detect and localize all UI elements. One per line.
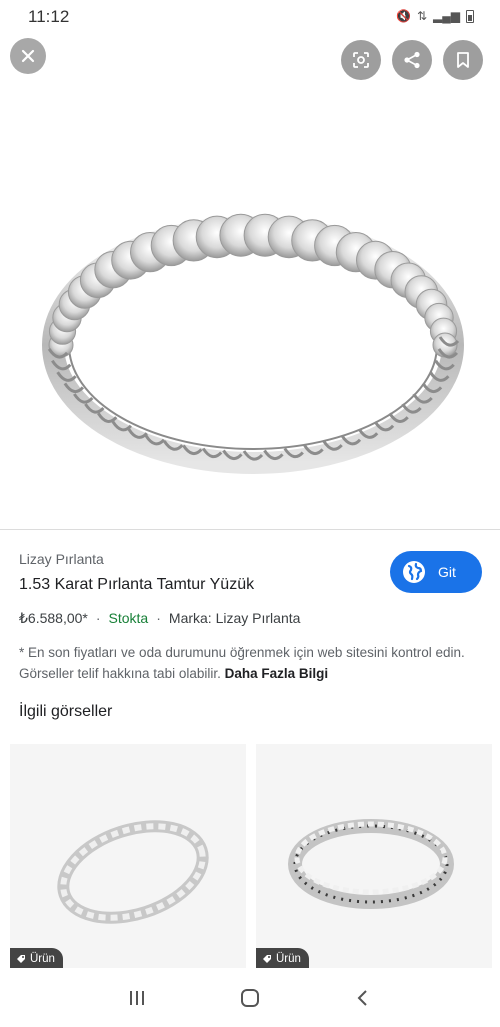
separator-dot: · bbox=[95, 610, 101, 626]
status-time: 11:12 bbox=[28, 7, 70, 26]
home-button[interactable] bbox=[230, 983, 270, 1013]
badge-label: Ürün bbox=[276, 953, 301, 965]
go-button[interactable]: Git bbox=[390, 551, 482, 593]
related-image-card[interactable]: Ürün bbox=[10, 744, 246, 970]
product-badge: Ürün bbox=[10, 948, 63, 970]
product-meta: ₺6.588,00* · Stokta · Marka: Lizay Pırla… bbox=[19, 610, 300, 627]
product-image[interactable] bbox=[0, 90, 500, 530]
lens-icon bbox=[353, 52, 369, 68]
source-name[interactable]: Lizay Pırlanta bbox=[19, 551, 104, 567]
status-icons: 🔇 ⇅ ▂▄▆ bbox=[396, 9, 474, 23]
close-icon bbox=[21, 49, 35, 63]
lens-button[interactable] bbox=[341, 40, 381, 80]
back-icon bbox=[357, 989, 368, 1006]
system-nav-bar bbox=[0, 968, 500, 1027]
back-button[interactable] bbox=[343, 983, 383, 1013]
close-button[interactable] bbox=[10, 38, 46, 74]
ring-image bbox=[42, 213, 464, 474]
related-image-card[interactable]: Ürün bbox=[256, 744, 492, 970]
signal-icon: ▂▄▆ bbox=[433, 9, 460, 23]
data-icon: ⇅ bbox=[416, 9, 428, 23]
brand: Marka: Lizay Pırlanta bbox=[168, 610, 301, 626]
globe-icon bbox=[403, 561, 425, 583]
recent-apps-button[interactable] bbox=[117, 983, 157, 1013]
bookmark-icon bbox=[457, 52, 469, 68]
save-button[interactable] bbox=[443, 40, 483, 80]
tag-icon bbox=[263, 955, 271, 963]
status-bar: 11:12 🔇 ⇅ ▂▄▆ bbox=[0, 0, 500, 34]
recent-apps-icon bbox=[129, 990, 144, 1005]
home-icon bbox=[240, 988, 259, 1007]
stock-status: Stokta bbox=[108, 610, 149, 626]
more-info-link[interactable]: Daha Fazla Bilgi bbox=[225, 666, 329, 681]
go-label: Git bbox=[438, 564, 456, 580]
share-button[interactable] bbox=[392, 40, 432, 80]
separator-dot: · bbox=[156, 610, 161, 626]
share-icon bbox=[404, 51, 420, 69]
badge-label: Ürün bbox=[30, 953, 55, 965]
divider bbox=[0, 529, 500, 530]
product-badge: Ürün bbox=[256, 948, 309, 970]
related-heading: İlgili görseller bbox=[19, 703, 113, 720]
mute-icon: 🔇 bbox=[396, 9, 411, 23]
tag-icon bbox=[17, 955, 25, 963]
price: ₺6.588,00* bbox=[19, 610, 88, 626]
ring-thumbnail bbox=[57, 820, 209, 924]
product-title[interactable]: 1.53 Karat Pırlanta Tamtur Yüzük bbox=[19, 576, 254, 594]
battery-icon bbox=[466, 9, 474, 23]
ring-thumbnail bbox=[288, 819, 454, 909]
disclaimer: * En son fiyatları ve oda durumunu öğren… bbox=[19, 642, 479, 684]
